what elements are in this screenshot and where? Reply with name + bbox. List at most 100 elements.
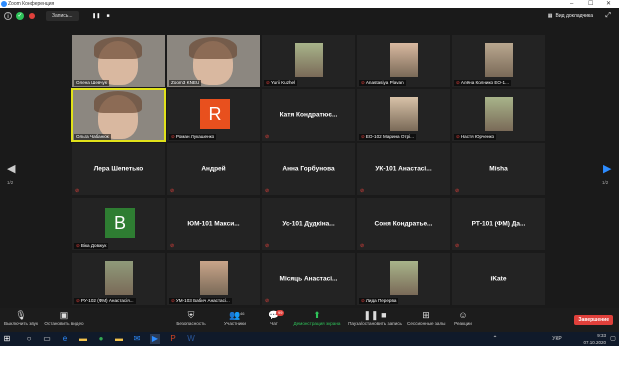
participant-tile[interactable]: Анна Горбунова ⊘ (262, 143, 355, 195)
participant-photo (485, 97, 513, 131)
edge-icon[interactable]: e (60, 334, 70, 344)
share-screen-button[interactable]: ⬆ Демонстрация экрана (292, 310, 342, 327)
muted-mic-icon: ⊘ (265, 243, 270, 249)
zoom-app-icon (1, 1, 7, 7)
participant-tile[interactable]: Місяць Анастасі... ⊘ (262, 253, 355, 305)
info-icon[interactable]: i (4, 12, 12, 20)
participant-tile[interactable]: ⊘Yurii Kuzhel (262, 35, 355, 87)
clock[interactable]: 9:33 07.10.2020 (570, 332, 606, 346)
minimize-button[interactable]: – (570, 0, 573, 8)
participant-tile[interactable]: Андрей ⊘ (167, 143, 260, 195)
participant-name: Лера Шепетько (93, 165, 144, 173)
stop-video-button[interactable]: ▣ Остановить видео (44, 310, 84, 327)
pause-stop-icon: ❚❚ ■ (363, 310, 387, 320)
participants-button[interactable]: 👥 Участники 46 (220, 310, 250, 327)
shield-icon: ⛨ (187, 310, 195, 320)
chrome-icon[interactable]: ● (96, 334, 106, 344)
share-label: Демонстрация экрана (293, 321, 341, 326)
participant-tile[interactable]: ⊘Алёна Колнико ЕО-1... (452, 35, 545, 87)
participant-label: ⊘Anastasiya Plavan (359, 80, 406, 86)
video-label: Остановить видео (44, 321, 84, 326)
participant-tile[interactable]: Лера Шепетько ⊘ (72, 143, 165, 195)
mail-icon[interactable]: ✉ (132, 334, 142, 344)
participant-name: Катя Кондратює... (279, 111, 338, 119)
participant-tile[interactable]: Ус-101 Дудкіна... ⊘ (262, 198, 355, 250)
muted-mic-icon: ⊘ (170, 188, 175, 194)
mute-button[interactable]: 🎙 Выключить звук (4, 310, 38, 327)
participant-tile[interactable]: Катя Кондратює... ⊘ (262, 89, 355, 141)
end-meeting-button[interactable]: Завершение (574, 315, 613, 325)
participant-tile[interactable]: ⊘Anastasiya Plavan (357, 35, 450, 87)
page-margin-right (619, 0, 643, 376)
shield-icon[interactable]: ✓ (16, 12, 24, 20)
word-icon[interactable]: W (186, 334, 196, 344)
task-view-icon[interactable]: ▭ (42, 334, 52, 344)
participant-tile[interactable]: ⊘Лида Перерва (357, 253, 450, 305)
muted-mic-icon: ⊘ (360, 188, 365, 194)
participant-tile[interactable]: Misha ⊘ (452, 143, 545, 195)
participant-tile[interactable]: ⊘ЕО-102 Марина Отрі... (357, 89, 450, 141)
recording-label: Запись... (52, 13, 73, 19)
participant-label-text: Yurii Kuzhel (270, 80, 296, 85)
pause-recording-icon[interactable]: ❚❚ (92, 12, 100, 20)
participant-tile[interactable]: УК-101 Анастасі... ⊘ (357, 143, 450, 195)
security-label: Безопасность (176, 321, 206, 326)
mute-label: Выключить звук (4, 321, 38, 326)
participant-tile[interactable]: R ⊘Роман Лукашенко (167, 89, 260, 141)
participants-count: 46 (240, 311, 245, 316)
record-control-button[interactable]: ❚❚ ■ Пауза/остановить запись (347, 310, 403, 327)
system-tray-icons[interactable]: ⌃ ☁ ▤ ♪ (490, 334, 500, 372)
muted-mic-icon: ⊘ (171, 298, 175, 303)
fullscreen-icon[interactable]: ⤢ (605, 11, 611, 21)
chat-button[interactable]: 💬 Чат 99 (266, 310, 285, 327)
folder-icon[interactable]: ▬ (114, 334, 124, 344)
participant-label-text: Лида Перерва (365, 298, 397, 303)
participant-tile[interactable]: B ⊘Віка Довжук (72, 198, 165, 250)
participant-tile[interactable]: Zoom3 KNEU (167, 35, 260, 87)
participant-label-text: Ольга Чабанюк (76, 134, 109, 139)
muted-mic-icon: ⊘ (170, 243, 175, 249)
windows-taskbar: ⊞ ○ ▭ e ▬ ● ▬ ✉ ▶ P W ⌃ ☁ ▤ ♪ УКР 9:33 0… (0, 332, 619, 372)
clock-date: 07.10.2020 (583, 340, 606, 345)
stop-recording-icon[interactable]: ■ (104, 12, 112, 20)
participant-video-hair (94, 91, 142, 113)
participant-label-text: Anastasiya Plavan (365, 80, 404, 85)
search-icon[interactable]: ○ (24, 334, 34, 344)
reactions-icon: ☺ (458, 310, 468, 320)
next-page-arrow[interactable]: ▶ (603, 162, 611, 175)
participant-name: Місяць Анастасі... (279, 275, 338, 283)
close-button[interactable]: ✕ (606, 0, 611, 8)
muted-mic-icon: ⊘ (265, 188, 270, 194)
powerpoint-icon[interactable]: P (168, 334, 178, 344)
view-toggle-button[interactable]: ▦ Вид докладчика (548, 11, 593, 21)
view-label: Вид докладчика (555, 13, 593, 19)
breakout-rooms-button[interactable]: ⊞ Сессионные залы (407, 310, 445, 327)
participant-tile[interactable]: Олена Шевчук (72, 35, 165, 87)
zoom-taskbar-icon[interactable]: ▶ (150, 334, 160, 344)
reactions-button[interactable]: ☺ Реакции (451, 310, 475, 327)
windows-start-icon[interactable]: ⊞ (2, 334, 12, 344)
participant-name: Анна Горбунова (282, 165, 335, 173)
prev-page-arrow[interactable]: ◀ (7, 162, 15, 175)
participant-avatar: R (200, 99, 230, 129)
file-explorer-icon[interactable]: ▬ (78, 334, 88, 344)
participant-tile[interactable]: iKate (452, 253, 545, 305)
security-button[interactable]: ⛨ Безопасность (175, 310, 207, 327)
participants-icon: 👥 (229, 310, 241, 320)
grid-view-icon: ▦ (547, 13, 553, 19)
participant-tile[interactable]: РТ-101 (ФМ) Да... ⊘ (452, 198, 545, 250)
maximize-button[interactable]: ☐ (588, 0, 593, 8)
participant-tile[interactable]: ⊘УМ-103 Бабич Анастасі... (167, 253, 260, 305)
participant-tile[interactable]: ЮМ-101 Макси... ⊘ (167, 198, 260, 250)
participant-label-text: Алёна Колнико ЕО-1... (460, 80, 509, 85)
participant-name: Ус-101 Дудкіна... (282, 220, 335, 228)
participant-photo (390, 97, 418, 131)
muted-mic-icon: ⊘ (361, 298, 365, 303)
participant-tile[interactable]: Соня Кондратье... ⊘ (357, 198, 450, 250)
language-indicator[interactable]: УКР (550, 334, 564, 344)
participant-tile[interactable]: Ольга Чабанюк (71, 88, 166, 142)
participant-label: Ольга Чабанюк (74, 134, 111, 140)
notifications-icon[interactable]: ▢ (608, 334, 618, 344)
participant-tile[interactable]: ⊘Настя Юрченко (452, 89, 545, 141)
participant-tile[interactable]: ⊘РУ-102 (ФМ) Анастасія... (72, 253, 165, 305)
